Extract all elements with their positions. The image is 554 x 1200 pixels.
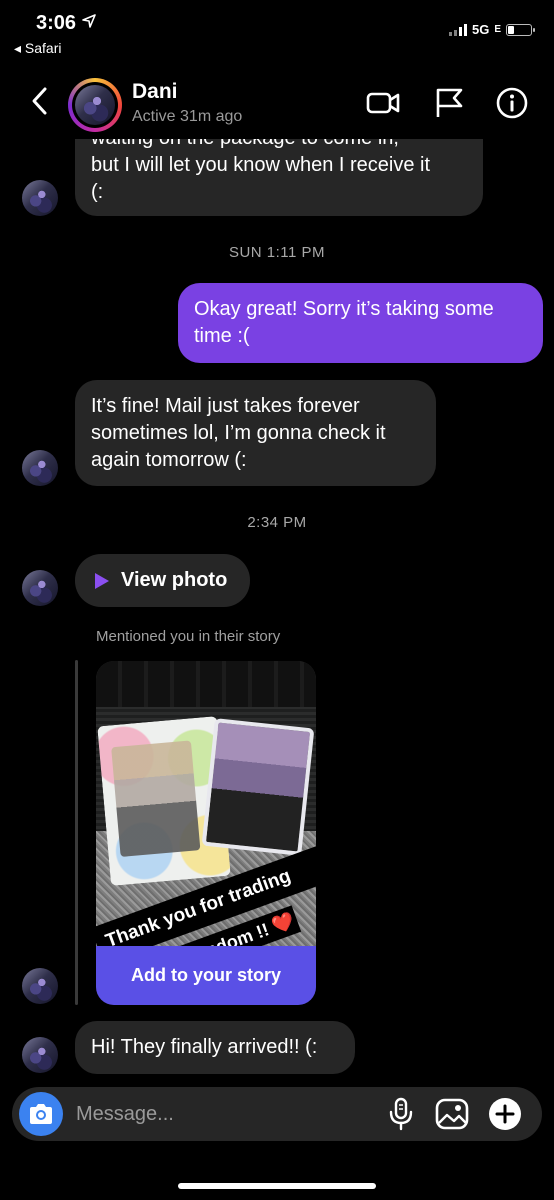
back-to-safari-link[interactable]: ◂ Safari — [14, 40, 62, 57]
sender-avatar[interactable] — [22, 968, 58, 1004]
message-bubble-incoming[interactable]: It’s fine! Mail just takes forever somet… — [75, 380, 436, 486]
battery-icon — [506, 23, 535, 36]
status-time: 3:06 — [36, 12, 96, 35]
message-line: (: — [91, 181, 104, 203]
message-line: but I will let you know when I receive i… — [91, 154, 431, 176]
message-line: sometimes lol, I’m gonna check it — [91, 422, 386, 444]
play-icon — [95, 572, 109, 589]
message-line: Okay great! Sorry it’s taking some — [194, 298, 494, 320]
message-line: time :( — [194, 325, 250, 347]
view-photo-button[interactable]: View photo — [75, 554, 250, 607]
sender-avatar[interactable] — [22, 450, 58, 486]
add-plus-icon[interactable] — [488, 1097, 522, 1131]
timestamp: SUN 1:11 PM — [228, 244, 326, 261]
network-label: 5G — [471, 22, 490, 37]
message-line: waiting on the package to come in, — [91, 139, 467, 152]
story-reply-line — [75, 660, 78, 1005]
microphone-icon[interactable] — [387, 1097, 415, 1131]
message-bubble-incoming[interactable]: Hi! They finally arrived!! (: — [75, 1021, 355, 1074]
message-bubble-incoming[interactable]: waiting on the package to come in, but I… — [75, 139, 483, 216]
info-icon[interactable] — [495, 86, 529, 120]
flag-icon[interactable] — [432, 86, 466, 120]
video-call-icon[interactable] — [366, 86, 400, 120]
camera-button[interactable] — [19, 1092, 63, 1136]
gallery-icon[interactable] — [434, 1097, 470, 1131]
status-indicators: 5G E — [448, 22, 535, 37]
sender-avatar[interactable] — [22, 180, 58, 216]
header-avatar[interactable] — [68, 78, 122, 132]
message-line: again tomorrow (: — [91, 449, 247, 471]
view-photo-label: View photo — [121, 569, 228, 591]
sender-avatar[interactable] — [22, 570, 58, 606]
sender-avatar[interactable] — [22, 1037, 58, 1073]
story-mention-label: Mentioned you in their story — [96, 628, 281, 645]
message-thread[interactable]: waiting on the package to come in, but I… — [0, 139, 554, 1084]
message-line: Hi! They finally arrived!! (: — [91, 1036, 318, 1058]
message-line: It’s fine! Mail just takes forever — [91, 395, 360, 417]
active-status: Active 31m ago — [132, 108, 243, 125]
contact-name[interactable]: Dani — [132, 80, 178, 104]
message-bubble-outgoing[interactable]: Okay great! Sorry it’s taking some time … — [178, 283, 543, 363]
message-input[interactable] — [76, 1098, 366, 1130]
timestamp: 2:34 PM — [247, 514, 307, 531]
camera-icon — [30, 1104, 52, 1124]
back-chevron-icon[interactable] — [26, 86, 56, 116]
home-indicator[interactable] — [178, 1183, 376, 1189]
add-to-story-button[interactable]: Add to your story — [96, 946, 316, 1005]
signal-icon — [448, 23, 467, 36]
network-suffix: E — [494, 24, 501, 35]
story-image[interactable]: Thank you for trading fandom !! ❤️ — [96, 661, 316, 973]
story-card[interactable]: Thank you for trading fandom !! ❤️ Add t… — [96, 661, 316, 1005]
location-arrow-icon — [81, 14, 96, 28]
